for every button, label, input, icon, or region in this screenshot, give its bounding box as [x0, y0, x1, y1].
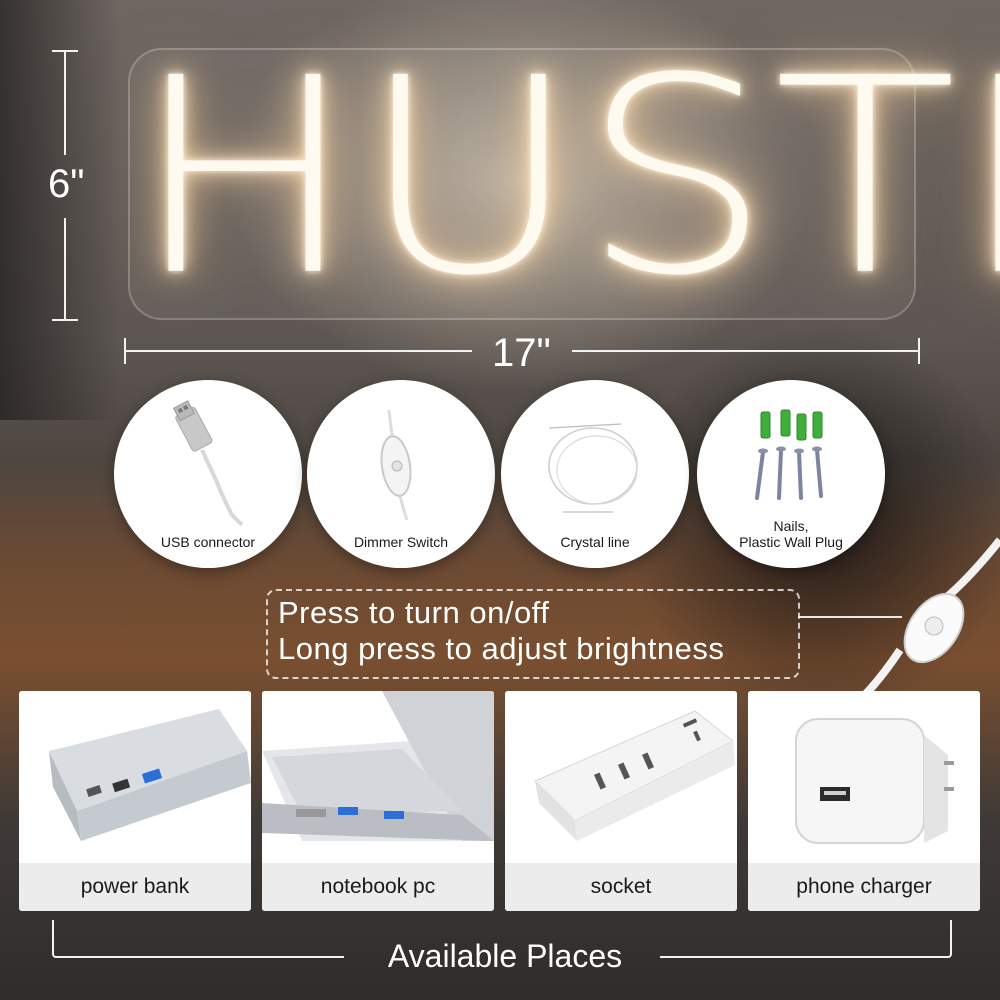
height-dimension-line-top	[64, 50, 66, 155]
accessory-label-line2: Plastic Wall Plug	[739, 534, 843, 550]
places-bracket-left	[52, 920, 344, 958]
available-places-title: Available Places	[387, 938, 623, 974]
socket-icon	[505, 691, 737, 863]
place-power-bank: power bank	[19, 691, 251, 911]
place-label: socket	[590, 875, 652, 898]
accessory-dimmer-switch: Dimmer Switch	[307, 380, 495, 568]
accessory-usb-connector: USB connector	[114, 380, 302, 568]
instruction-line-2: Long press to adjust brightness	[278, 631, 725, 666]
phone-charger-icon	[748, 691, 980, 863]
product-image: HUSTLE 6" 17" USB connector Dimmer Sw	[0, 0, 1000, 1000]
power-bank-icon	[19, 691, 251, 863]
width-dimension-line-left	[124, 350, 472, 352]
accessory-nails-wall-plug: Nails, Plastic Wall Plug	[697, 380, 885, 568]
height-dimension-cap-bottom	[52, 319, 78, 321]
place-label-bar: power bank	[19, 863, 251, 911]
accessory-label-line1: Nails,	[773, 518, 809, 534]
instruction-line-1: Press to turn on/off	[278, 595, 550, 630]
accessory-label: USB connector	[160, 534, 256, 550]
accessory-label: Dimmer Switch	[353, 534, 449, 550]
place-phone-charger: phone charger	[748, 691, 980, 911]
neon-sign-text: HUSTLE	[132, 20, 1000, 335]
width-dimension-line-right	[572, 350, 920, 352]
width-dimension-label: 17"	[492, 331, 551, 375]
place-notebook-pc: notebook pc	[262, 691, 494, 911]
notebook-pc-icon	[262, 691, 494, 863]
height-dimension-line-bottom	[64, 218, 66, 320]
accessory-label: Crystal line	[560, 534, 630, 550]
place-label-bar: phone charger	[748, 863, 980, 911]
place-label: power bank	[80, 875, 190, 898]
place-label-bar: socket	[505, 863, 737, 911]
place-label-bar: notebook pc	[262, 863, 494, 911]
place-label: phone charger	[796, 875, 932, 898]
instruction-box: Press to turn on/off Long press to adjus…	[266, 589, 800, 679]
width-dimension-cap-right	[918, 338, 920, 364]
place-socket: socket	[505, 691, 737, 911]
wall-shadow	[0, 0, 120, 420]
place-label: notebook pc	[320, 875, 436, 898]
places-bracket-right	[660, 920, 952, 958]
height-dimension-label: 6"	[48, 162, 85, 206]
accessory-crystal-line: Crystal line	[501, 380, 689, 568]
